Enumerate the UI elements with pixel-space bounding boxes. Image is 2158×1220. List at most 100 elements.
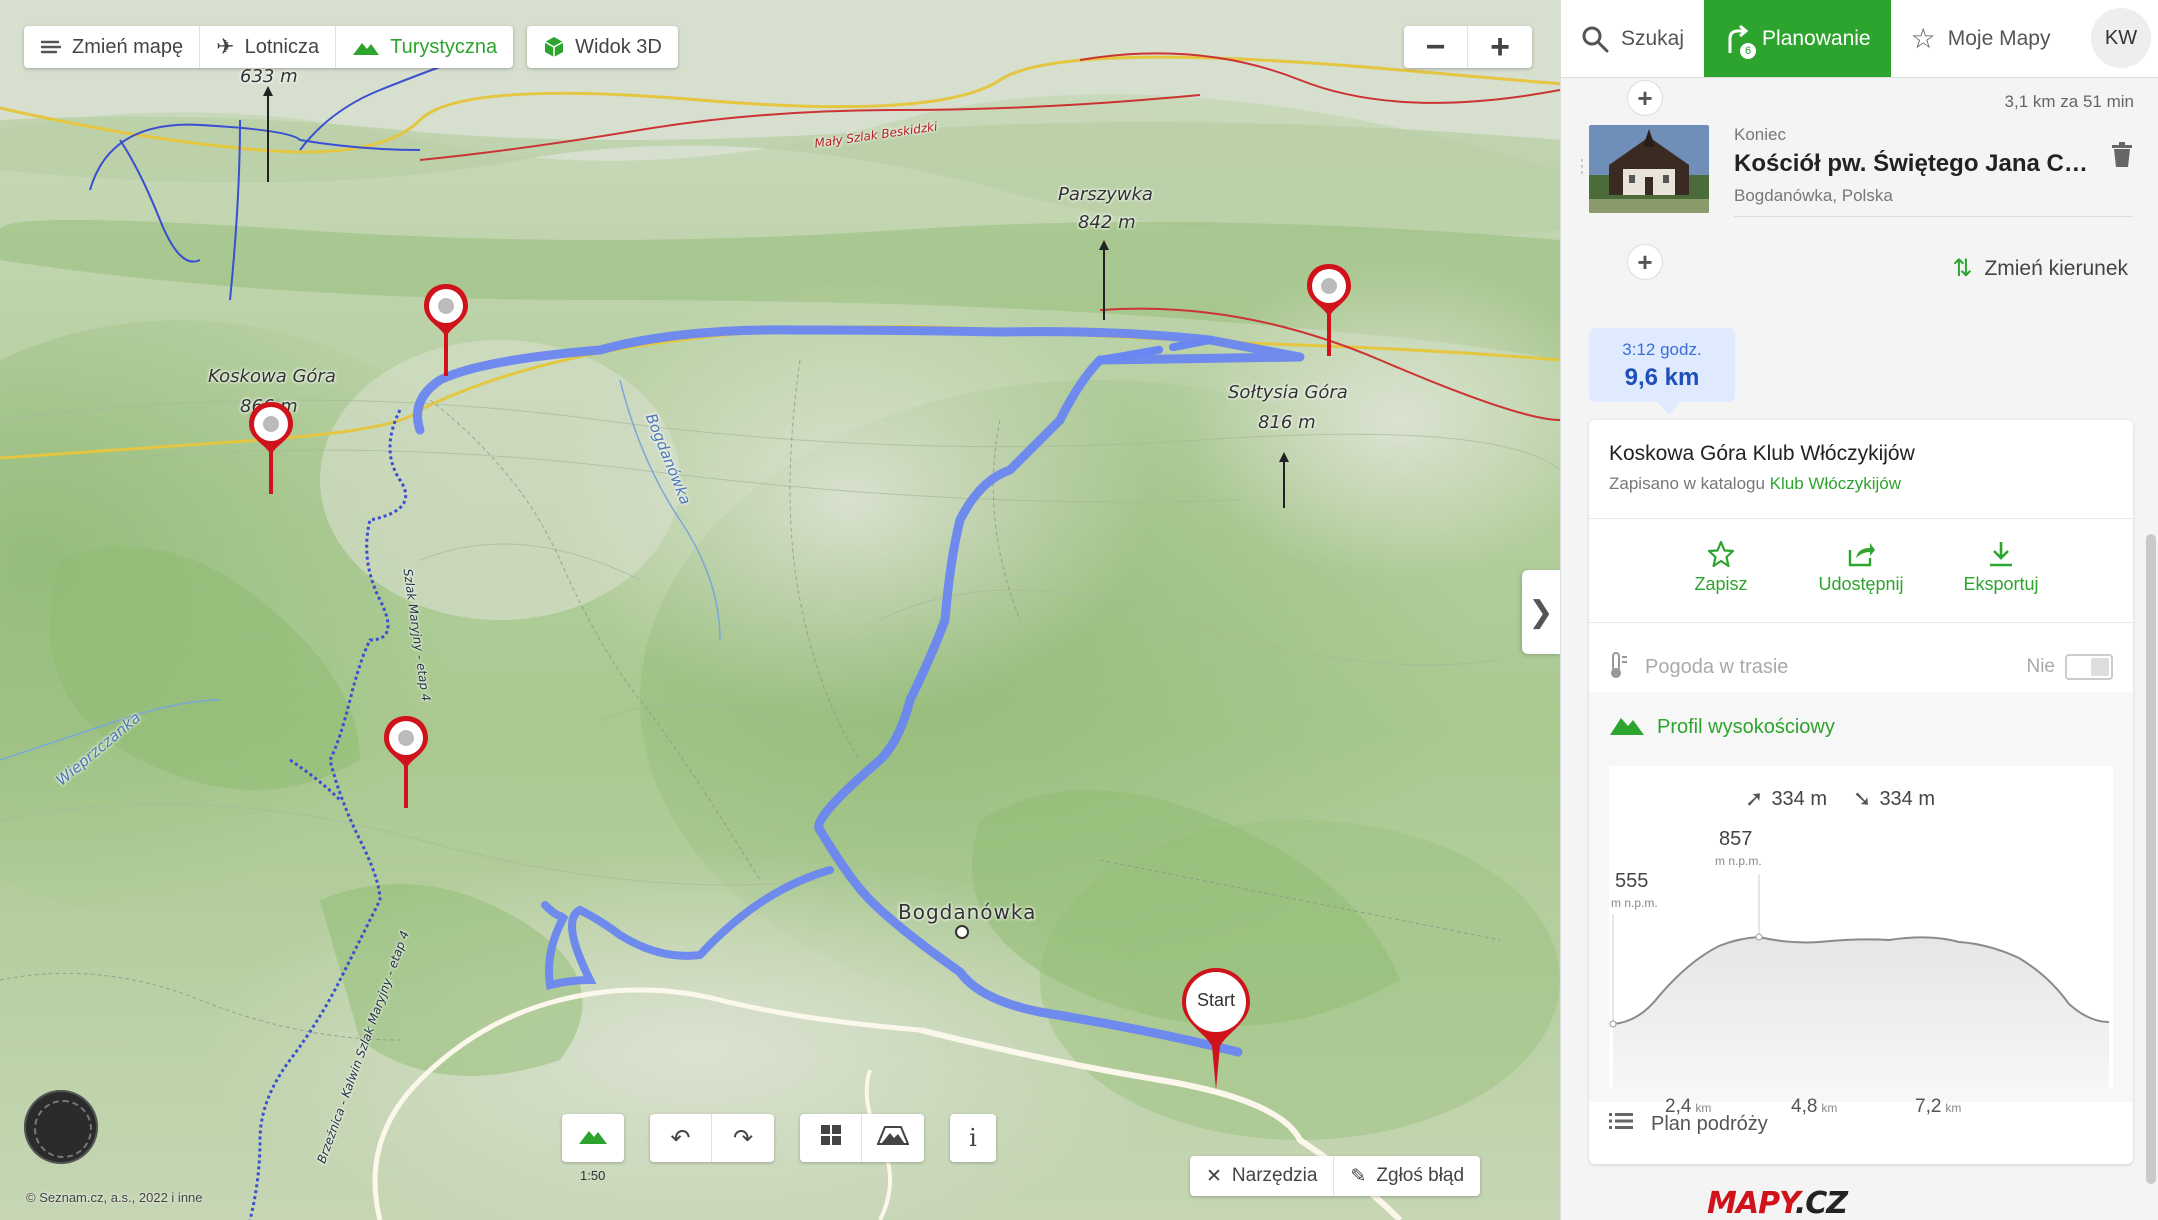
share-button[interactable]: Udostępnij: [1811, 540, 1911, 595]
route-actions: Zapisz Udostępnij Eksportuj: [1589, 540, 2133, 595]
download-icon: [1951, 540, 2051, 568]
zoom-in-button[interactable]: +: [1468, 26, 1532, 68]
mountain-icon: [578, 1124, 608, 1152]
grid-view-button[interactable]: [800, 1114, 862, 1162]
zoom-controls: − +: [1404, 26, 1532, 68]
waypoint-pin[interactable]: [382, 714, 430, 810]
waypoint-pin[interactable]: [1305, 262, 1353, 358]
tilt-icon: [876, 1124, 910, 1152]
scale-indicator: 1:50: [580, 1168, 606, 1183]
info-button[interactable]: i: [950, 1114, 996, 1162]
trash-icon[interactable]: [2111, 142, 2133, 175]
side-panel: Szukaj 6 Planowanie ☆ Moje Mapy KW + 3,1…: [1560, 0, 2158, 1220]
chip-pointer: [1655, 400, 1683, 414]
route-summary-chip[interactable]: 3:12 godz. 9,6 km: [1589, 328, 1735, 402]
compass-control[interactable]: [24, 1090, 98, 1164]
add-waypoint-button[interactable]: +: [1627, 244, 1663, 280]
view-mode-group: [800, 1114, 924, 1162]
star-icon: ☆: [1910, 23, 1936, 54]
airplane-icon: ✈: [216, 34, 235, 59]
zoom-out-button[interactable]: −: [1404, 26, 1468, 68]
view3d-label: Widok 3D: [575, 35, 662, 58]
trip-plan-button[interactable]: Plan podróży: [1609, 1112, 1768, 1136]
terrain-toggle-group: [562, 1114, 624, 1162]
km-tick: 4,8 km: [1791, 1096, 1837, 1118]
change-map-button[interactable]: Zmień mapę: [24, 26, 201, 68]
search-icon: [1581, 25, 1609, 53]
brand-logo[interactable]: MAPY.CZ: [1707, 1186, 1848, 1220]
chevron-right-icon: ❯: [1528, 595, 1554, 629]
rotate-right-button[interactable]: ↷: [712, 1114, 774, 1162]
terrain-toggle-button[interactable]: [562, 1114, 624, 1162]
panel-collapse-button[interactable]: ❯: [1522, 570, 1560, 654]
route-title: Koskowa Góra Klub Włóczykijów: [1609, 442, 1915, 465]
panel-scrollbar[interactable]: [2146, 534, 2156, 1184]
waypoint-name: Kościół pw. Świętego Jana Chrzciciela: [1734, 150, 2094, 177]
change-direction-button[interactable]: ⇅ Zmień kierunek: [1952, 254, 2128, 283]
rotate-group: ↶ ↷: [650, 1114, 774, 1162]
map-canvas[interactable]: 633 m B Parszywka 842 m Koskowa Góra 866…: [0, 0, 1560, 1220]
tab-planning-label: Planowanie: [1762, 26, 1871, 50]
saved-in-catalog: Zapisano w katalogu Klub Włóczykijów: [1609, 474, 1901, 494]
elevation-chart[interactable]: ➚ 334 m ➘ 334 m 857 m n.p.m. 555 m n.p.m…: [1609, 766, 2113, 1117]
save-button[interactable]: Zapisz: [1671, 540, 1771, 595]
brand-logo-right: .CZ: [1794, 1186, 1848, 1220]
catalog-link[interactable]: Klub Włóczykijów: [1770, 474, 1901, 493]
brand-logo-left: MAPY: [1707, 1186, 1796, 1220]
save-label: Zapisz: [1694, 574, 1748, 594]
town-label-bogdanowka: Bogdanówka: [898, 900, 1037, 924]
tools-icon: ✕: [1206, 1165, 1222, 1187]
panel-nav: Szukaj 6 Planowanie ☆ Moje Mapy KW: [1561, 0, 2158, 78]
tab-search-label: Szukaj: [1621, 26, 1685, 50]
weather-toggle[interactable]: [2065, 654, 2113, 680]
tools-button[interactable]: ✕ Narzędzia: [1190, 1156, 1335, 1196]
rotate-left-button[interactable]: ↶: [650, 1114, 712, 1162]
info-icon: i: [969, 1124, 977, 1152]
rotate-right-icon: ↷: [732, 1124, 754, 1152]
km-tick-unit: km: [1945, 1101, 1962, 1115]
soltysia-name-label: Sołtysia Góra: [1228, 382, 1348, 403]
mountain-icon: [1609, 712, 1645, 742]
view3d-button[interactable]: Widok 3D: [527, 26, 678, 68]
peak-633-label: 633 m: [240, 66, 298, 87]
copyright-text[interactable]: © Seznam.cz, a.s., 2022 i inne: [26, 1190, 203, 1205]
waypoint-pin[interactable]: [247, 400, 295, 496]
avatar[interactable]: KW: [2091, 8, 2151, 68]
rotate-left-icon: ↶: [670, 1124, 691, 1152]
start-pin-label: Start: [1196, 990, 1235, 1010]
planning-badge: 6: [1740, 42, 1757, 59]
layers-icon: [40, 38, 62, 56]
route-distance: 9,6 km: [1624, 364, 1700, 391]
waypoint-divider: [1734, 216, 2133, 217]
export-button[interactable]: Eksportuj: [1951, 540, 2051, 595]
route-time: 3:12 godz.: [1622, 340, 1702, 359]
waypoint-pin[interactable]: [422, 282, 470, 378]
report-error-label: Zgłoś błąd: [1376, 1165, 1465, 1186]
weather-row: Pogoda w trasie Nie: [1609, 642, 2113, 692]
waypoint-end[interactable]: ⋮⋮ Koniec Kościół pw. Świętego Jana Chrz…: [1573, 120, 2133, 218]
export-label: Eksportuj: [1963, 574, 2039, 594]
tourist-map-button[interactable]: Turystyczna: [336, 26, 513, 68]
cube-icon: [543, 36, 565, 58]
map-tools-group: ✕ Narzędzia ✎ Zgłoś błąd: [1190, 1156, 1481, 1196]
tab-my-maps[interactable]: ☆ Moje Mapy: [1891, 0, 2071, 77]
tilt-view-button[interactable]: [862, 1114, 924, 1162]
pencil-icon: ✎: [1350, 1165, 1367, 1187]
km-tick-value: 7,2: [1915, 1096, 1942, 1117]
elevation-profile-section: Profil wysokościowy ➚ 334 m ➘ 334 m 857 …: [1589, 692, 2133, 1117]
thermometer-icon: [1609, 651, 1629, 684]
parszywka-name-label: Parszywka: [1058, 184, 1153, 205]
star-icon: [1671, 540, 1771, 568]
route-detail-card: Koskowa Góra Klub Włóczykijów Zapisano w…: [1589, 420, 2133, 1164]
tab-planning[interactable]: 6 Planowanie: [1704, 0, 1891, 77]
tab-search[interactable]: Szukaj: [1561, 0, 1704, 77]
aerial-map-button[interactable]: ✈ Lotnicza: [200, 26, 337, 68]
change-map-label: Zmień mapę: [72, 35, 184, 58]
segment-distance-time: 3,1 km za 51 min: [2004, 92, 2134, 111]
divider: [1589, 518, 2133, 519]
add-waypoint-button[interactable]: +: [1627, 80, 1663, 116]
start-pin[interactable]: Start: [1180, 966, 1252, 1091]
elevation-profile-header[interactable]: Profil wysokościowy: [1609, 712, 1835, 742]
report-error-button[interactable]: ✎ Zgłoś błąd: [1334, 1156, 1480, 1196]
tourist-map-label: Turystyczna: [390, 35, 498, 58]
